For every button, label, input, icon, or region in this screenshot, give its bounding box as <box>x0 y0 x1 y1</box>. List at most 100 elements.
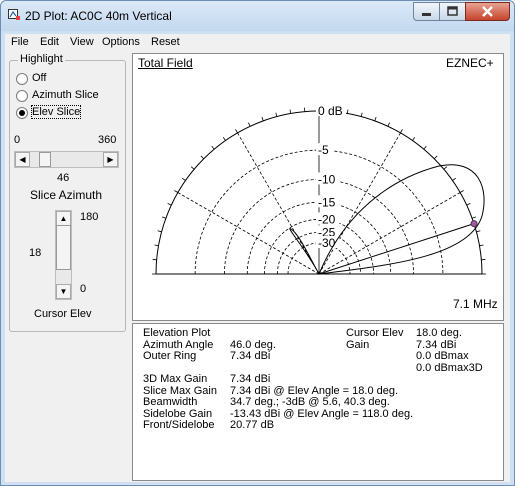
scroll-right-button[interactable]: ▶ <box>103 152 118 167</box>
plot-area[interactable]: Total Field EZNEC+ 0 dB -5 -10 -15 -20 -25 -30… <box>132 53 504 321</box>
right-value: 18.0 deg. <box>416 327 462 339</box>
left-label: Azimuth Angle <box>143 338 214 351</box>
left-value: 46.0 deg. <box>230 338 276 351</box>
polar-elevation-chart[interactable]: 0 dB-5-10-15-20-25-30 <box>133 54 503 320</box>
angle-tick <box>452 177 457 181</box>
right-value: 0.0 dBmax <box>416 350 469 362</box>
menu-bar: File Edit View Options Reset <box>5 34 510 51</box>
radio-off-label: Off <box>32 72 47 84</box>
scroll-left-button[interactable]: ◀ <box>15 152 30 167</box>
angle-tick <box>466 203 471 206</box>
angle-tick <box>181 177 186 181</box>
minimize-button[interactable] <box>413 2 440 21</box>
left-label: Sidelobe Gain <box>143 407 213 420</box>
angle-tick <box>190 166 195 170</box>
cursor-marker <box>470 220 478 228</box>
azimuth-slider-thumb[interactable] <box>39 152 51 167</box>
angle-tick <box>261 116 264 121</box>
angle-tick <box>275 112 278 117</box>
info-panel: Elevation Plot Azimuth Angle 46.0 deg. Oute… <box>132 323 504 481</box>
azimuth-value: 46 <box>57 172 70 184</box>
elev-top-label: 180 <box>80 211 99 223</box>
angle-tick <box>476 230 481 233</box>
maximize-icon <box>447 6 458 16</box>
right-value: 7.34 dBi <box>416 338 457 351</box>
elev-slider-thumb[interactable] <box>56 225 71 270</box>
ring-label: -15 <box>318 195 336 209</box>
left-label: Slice Max Gain <box>143 384 217 397</box>
angle-tick <box>289 109 292 114</box>
angle-tick <box>387 122 390 127</box>
ring-label: -5 <box>318 143 329 157</box>
menu-options[interactable]: Options <box>102 36 140 48</box>
angle-tick <box>248 122 251 127</box>
radio-azimuth-label: Azimuth Slice <box>32 89 99 101</box>
left-value: 7.34 dBi <box>230 373 271 385</box>
angle-tick <box>400 129 403 134</box>
ring-label: 0 dB <box>318 104 343 118</box>
left-value: 34.7 deg.; -3dB @ 5.6, 40.3 deg. <box>230 396 390 408</box>
menu-edit[interactable]: Edit <box>40 36 59 48</box>
radio-selected-dot <box>19 110 25 116</box>
app-window: 2D Plot: AC0C 40m Vertical File Edit Vie… <box>0 0 515 486</box>
left-value: 7.34 dBi @ Elev Angle = 18.0 deg. <box>230 384 399 397</box>
menu-file[interactable]: File <box>11 36 29 48</box>
left-label: Beamwidth <box>143 396 198 408</box>
radio-off-circle[interactable] <box>16 73 28 85</box>
angle-tick <box>157 230 162 233</box>
elev-slider[interactable]: ▲ ▼ <box>55 210 72 300</box>
right-label: Cursor Elev <box>346 327 404 339</box>
angle-tick <box>433 155 438 160</box>
angle-tick <box>423 145 427 150</box>
angle-tick <box>479 244 484 247</box>
elev-bottom-label: 0 <box>80 283 87 295</box>
pattern-main-lobe <box>318 164 485 275</box>
cursor-elev-caption: Cursor Elev <box>34 308 92 320</box>
angle-tick <box>346 109 349 114</box>
close-button[interactable] <box>465 2 510 21</box>
scroll-up-button[interactable]: ▲ <box>56 211 71 226</box>
azimuth-max-label: 360 <box>98 134 117 146</box>
azimuth-min-label: 0 <box>14 134 21 146</box>
radio-elev-label: Elev Slice <box>30 105 82 119</box>
left-value: 20.77 dB <box>230 419 275 431</box>
left-label: Elevation Plot <box>143 327 211 339</box>
cursor-line <box>318 223 475 275</box>
left-label: 3D Max Gain <box>143 373 208 385</box>
title-bar[interactable]: 2D Plot: AC0C 40m Vertical <box>1 1 514 31</box>
angle-tick <box>200 155 205 160</box>
angle-tick <box>235 129 238 134</box>
angle-tick <box>374 116 377 121</box>
menu-reset[interactable]: Reset <box>151 36 180 48</box>
angle-tick <box>443 166 448 170</box>
highlight-group: Highlight Off Azimuth Slice Elev Slice 0… <box>9 53 126 332</box>
left-value: -13.43 dBi @ Elev Angle = 118.0 deg. <box>230 407 414 420</box>
angle-tick <box>459 190 464 193</box>
angle-tick <box>211 145 215 150</box>
radio-azimuth-circle[interactable] <box>16 90 28 102</box>
left-value: 7.34 dBi <box>230 350 271 362</box>
left-label: Outer Ring <box>143 350 197 362</box>
angle-tick <box>161 216 166 219</box>
ring-label: -10 <box>318 172 336 186</box>
right-value: 0.0 dBmax3D <box>416 361 483 374</box>
ring-label: -30 <box>318 236 336 250</box>
angle-tick <box>167 203 172 206</box>
angle-tick <box>360 112 363 117</box>
elev-value: 18 <box>29 247 42 259</box>
maximize-button[interactable] <box>439 2 466 21</box>
minimize-icon <box>422 13 431 16</box>
radio-elev-circle[interactable] <box>16 107 28 119</box>
angle-tick <box>472 216 477 219</box>
slice-azimuth-caption: Slice Azimuth <box>30 188 103 202</box>
angle-tick <box>412 136 416 141</box>
window-title: 2D Plot: AC0C 40m Vertical <box>25 9 172 23</box>
menu-view[interactable]: View <box>70 36 94 48</box>
azimuth-slider[interactable]: ◀ ▶ <box>14 151 119 168</box>
scroll-down-button[interactable]: ▼ <box>56 284 71 299</box>
right-label: Gain <box>346 338 370 351</box>
client-area: Highlight Off Azimuth Slice Elev Slice 0… <box>5 51 510 482</box>
ring-label: -20 <box>318 212 336 226</box>
left-label: Front/Sidelobe <box>143 419 215 431</box>
angle-tick <box>154 244 159 247</box>
